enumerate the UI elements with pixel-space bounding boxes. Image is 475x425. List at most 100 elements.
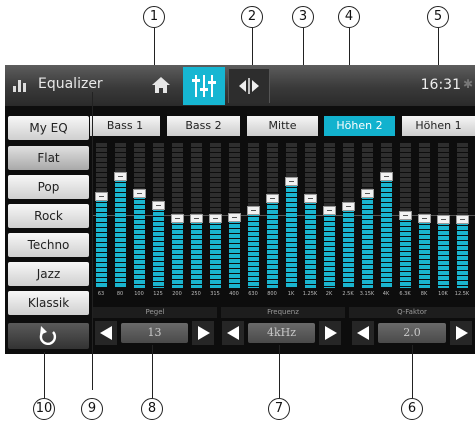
slider-knob[interactable] [133,189,146,198]
preset-my-eq[interactable]: My EQ [8,116,89,140]
band-tab-hoehen-1[interactable]: Höhen 1 [402,116,475,136]
eq-slider-3.15K[interactable]: 3.15K [360,142,374,297]
slider-fill [286,182,297,288]
slider-knob[interactable] [342,202,355,211]
callout-1-line [154,28,155,70]
callout-1: 1 [143,6,165,28]
slider-fill [381,177,392,288]
slider-knob[interactable] [228,213,241,222]
equalizer-icon [13,80,31,92]
eq-slider-200[interactable]: 200 [171,142,184,297]
preset-klassik[interactable]: Klassik [8,291,89,315]
slider-knob[interactable] [285,177,298,186]
slider-bank: 63 80 100 125 200 250 315 400 630 800 1K 1.25K 2K 2.5… [93,142,475,300]
eq-slider-6.3K[interactable]: 6.3K [399,142,412,297]
slider-track [96,142,107,288]
slider-fill [305,199,316,288]
eq-slider-10K[interactable]: 10K [437,142,450,297]
preset-jazz[interactable]: Jazz [8,262,89,286]
eq-slider-630[interactable]: 630 [247,142,260,297]
equalizer-screen: Equalizer 16:31 ✱ My EQ Flat Pop Rock Te… [5,65,475,354]
callout-8-line [152,345,153,398]
slider-knob[interactable] [304,194,317,203]
band-tab-bass-2[interactable]: Bass 2 [167,116,240,136]
eq-slider-1K[interactable]: 1K [285,142,298,297]
eq-slider-250[interactable]: 250 [190,142,203,297]
eq-slider-400[interactable]: 400 [228,142,241,297]
slider-fill [210,219,221,288]
slider-knob[interactable] [95,192,108,201]
top-bar: Equalizer 16:31 ✱ [5,65,475,106]
slider-track [286,142,297,288]
slider-fill [419,219,430,288]
callout-9-line [92,92,93,390]
qfaktor-label: Q-Faktor [349,307,475,318]
callout-7-line [279,345,280,398]
slider-track [248,142,259,288]
bluetooth-icon: ✱ [462,77,473,91]
eq-slider-125[interactable]: 125 [152,142,165,297]
slider-knob[interactable] [266,194,279,203]
eq-slider-8K[interactable]: 8K [418,142,431,297]
preset-rock[interactable]: Rock [8,204,89,228]
reset-button[interactable] [8,323,89,349]
tab-balance[interactable] [228,69,270,103]
slider-track [381,142,392,288]
callout-7: 7 [268,398,290,420]
pegel-decrease-button[interactable] [95,321,117,345]
slider-track [134,142,145,288]
slider-knob[interactable] [323,206,336,215]
pegel-increase-button[interactable] [192,321,214,345]
slider-knob[interactable] [209,214,222,223]
eq-slider-80[interactable]: 80 [114,142,127,297]
callout-6: 6 [401,398,423,420]
callout-5: 5 [427,6,449,28]
eq-slider-12.5K[interactable]: 12.5K [455,142,469,297]
eq-slider-1.25K[interactable]: 1.25K [303,142,317,297]
eq-slider-63[interactable]: 63 [95,142,108,297]
slider-knob[interactable] [418,214,431,223]
frequenz-increase-button[interactable] [319,321,341,345]
preset-pop[interactable]: Pop [8,175,89,199]
eq-slider-800[interactable]: 800 [266,142,279,297]
slider-knob[interactable] [399,211,412,220]
tab-equalizer[interactable] [183,67,225,105]
slider-fill [362,194,373,288]
callout-10: 10 [33,398,55,420]
slider-fill [343,207,354,288]
frequenz-label: Frequenz [221,307,345,318]
slider-knob[interactable] [152,201,165,210]
eq-slider-2.5K[interactable]: 2.5K [342,142,355,297]
slider-fill [96,197,107,288]
slider-knob[interactable] [437,215,450,224]
eq-slider-2K[interactable]: 2K [323,142,336,297]
eq-slider-4K[interactable]: 4K [380,142,393,297]
slider-knob[interactable] [247,206,260,215]
band-tab-hoehen-2[interactable]: Höhen 2 [324,116,395,136]
preset-techno[interactable]: Techno [8,233,89,257]
callout-6-line [412,345,413,398]
slider-track [324,142,335,288]
eq-slider-100[interactable]: 100 [133,142,146,297]
slider-fill [400,216,411,288]
eq-slider-315[interactable]: 315 [209,142,222,297]
pegel-label: Pegel [93,307,217,318]
slider-track [153,142,164,288]
home-icon[interactable] [151,75,171,95]
slider-knob[interactable] [456,215,469,224]
preset-flat[interactable]: Flat [8,146,89,170]
slider-knob[interactable] [361,189,374,198]
slider-knob[interactable] [190,214,203,223]
slider-track [343,142,354,288]
qfaktor-decrease-button[interactable] [352,321,374,345]
qfaktor-value: 2.0 [378,323,446,343]
slider-knob[interactable] [171,214,184,223]
band-tab-mitte[interactable]: Mitte [247,116,318,136]
qfaktor-increase-button[interactable] [450,321,472,345]
callout-2: 2 [241,6,263,28]
slider-knob[interactable] [114,172,127,181]
slider-knob[interactable] [380,172,393,181]
callout-4: 4 [338,6,360,28]
frequenz-decrease-button[interactable] [222,321,244,345]
band-tab-bass-1[interactable]: Bass 1 [90,116,160,136]
